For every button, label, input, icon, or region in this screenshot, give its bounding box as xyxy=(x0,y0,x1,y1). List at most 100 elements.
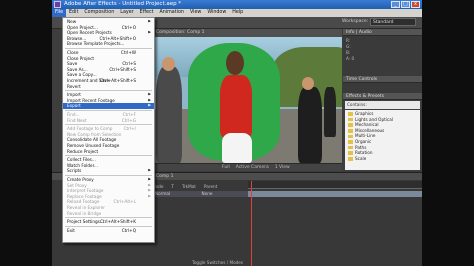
menu-item-label: Scripts xyxy=(67,168,82,174)
menu-item-label: New Comp from Selection xyxy=(67,131,122,137)
menu-item-label: Find... xyxy=(67,112,80,117)
submenu-arrow-icon: ▶ xyxy=(148,103,151,108)
tab-info[interactable]: Info xyxy=(346,30,355,35)
camera-select[interactable]: Active Camera xyxy=(236,164,269,171)
menu-edit[interactable]: Edit xyxy=(66,9,81,17)
file-menu-item[interactable]: Reduce Project xyxy=(63,149,154,155)
menu-item-label: Watch Folder... xyxy=(67,162,98,168)
menu-item-label: Reduce Project xyxy=(67,148,99,154)
menu-item-label: Replace Footage xyxy=(67,193,102,199)
folder-icon xyxy=(348,157,353,161)
file-menu-item[interactable]: Export ▶ xyxy=(63,103,154,109)
effects-search-input[interactable]: Contains: xyxy=(345,101,420,109)
menu-item-label: Close xyxy=(67,50,79,55)
workspace-label: Workspace: xyxy=(342,19,369,24)
effects-tree: Graphics Lights and Optical Mechanical M… xyxy=(345,110,420,170)
menu-composition[interactable]: Composition xyxy=(81,9,117,17)
menu-item-label: Close Project xyxy=(67,55,95,61)
right-panels: Info | Audio R: G: B: A: 0 Time Controls… xyxy=(343,29,422,171)
file-menu-item[interactable]: Browse Template Projects... xyxy=(63,41,154,47)
menu-view[interactable]: View xyxy=(187,9,204,17)
time-ruler[interactable] xyxy=(248,181,422,189)
menu-separator xyxy=(65,110,152,111)
folder-icon xyxy=(348,151,353,155)
menu-layer[interactable]: Layer xyxy=(117,9,136,17)
info-line: A: 0 xyxy=(346,56,355,61)
menu-item-label: Reveal in Bridge xyxy=(67,210,102,216)
person-center-skirt xyxy=(222,133,252,163)
person-right xyxy=(298,87,322,163)
col-trkmat: TrkMat xyxy=(181,184,196,189)
person-left xyxy=(156,67,182,163)
menu-window[interactable]: Window xyxy=(204,9,229,17)
file-menu-item[interactable]: Find Next Ctrl+G xyxy=(63,118,154,124)
file-menu-item[interactable]: Exit Ctrl+Q xyxy=(63,228,154,234)
menu-item-label: Save xyxy=(67,61,78,67)
tab-audio[interactable]: Audio xyxy=(359,30,372,35)
window-title: Adobe After Effects - Untitled Project.a… xyxy=(64,1,182,7)
menu-file[interactable]: File xyxy=(52,9,67,17)
current-time-indicator[interactable] xyxy=(251,181,252,266)
menu-item-label: Import Recent Footage xyxy=(67,97,115,103)
menu-item-shortcut: Ctrl+G xyxy=(121,117,136,123)
menu-help[interactable]: Help xyxy=(229,9,246,17)
folder-icon xyxy=(348,112,353,116)
workspace-select[interactable]: Standard xyxy=(370,18,416,26)
file-menu-item[interactable]: Project Settings... Ctrl+Alt+Shift+K xyxy=(63,219,154,225)
tab-time-controls[interactable]: Time Controls xyxy=(343,76,422,83)
view-select[interactable]: 1 View xyxy=(275,164,290,171)
layer-parent[interactable]: None xyxy=(202,191,213,196)
file-menu-item[interactable]: Reveal in Bridge xyxy=(63,211,154,217)
info-audio-tabs: Info | Audio xyxy=(343,29,422,36)
menu-separator xyxy=(65,155,152,157)
menu-item-label: Import xyxy=(67,92,81,98)
layer-duration-bar[interactable] xyxy=(248,191,422,197)
menu-item-label: Exit xyxy=(67,227,75,233)
menu-item-label: Reload Footage xyxy=(67,199,100,205)
menu-item-label: Interpret Footage xyxy=(67,188,104,194)
maximize-button[interactable]: □ xyxy=(401,1,410,8)
menu-effect[interactable]: Effect xyxy=(137,9,157,17)
tab-effects-presets[interactable]: Effects & Presets xyxy=(343,93,422,100)
menu-item-label: Create Proxy xyxy=(67,177,94,182)
menu-animation[interactable]: Animation xyxy=(156,9,186,17)
person-center-head xyxy=(226,51,244,75)
menu-item-label: Export xyxy=(67,103,81,109)
col-t: T xyxy=(171,184,174,189)
person-left-head xyxy=(162,57,175,71)
menu-item-label: Find Next xyxy=(67,117,87,123)
file-menu-item[interactable]: Revert xyxy=(63,84,154,90)
menu-item-label: Open Project... xyxy=(67,24,98,30)
folder-icon xyxy=(348,145,353,150)
file-menu-item[interactable]: Scripts ▶ xyxy=(63,168,154,174)
menu-item-label: Reveal in Explorer xyxy=(67,205,105,210)
menu-item-label: Browse... xyxy=(67,35,87,41)
composition-tab[interactable]: Composition: Comp 1 xyxy=(152,29,342,37)
menu-item-label: Revert xyxy=(67,83,81,89)
after-effects-icon xyxy=(54,1,61,8)
zoom-select[interactable]: Full xyxy=(222,164,230,171)
timeline-layer-row[interactable]: Normal None xyxy=(152,191,248,197)
folder-icon xyxy=(348,129,353,133)
tree-item[interactable]: Scale xyxy=(348,156,417,162)
menu-item-shortcut: Ctrl+Q xyxy=(121,227,136,233)
minimize-button[interactable]: _ xyxy=(391,1,400,8)
folder-icon xyxy=(348,123,353,127)
menu-separator xyxy=(65,175,152,176)
person-far-right xyxy=(324,87,336,137)
close-button[interactable]: x xyxy=(411,1,420,8)
menu-item-label: Remove Unused Footage xyxy=(67,143,120,148)
menu-item-label: Open Recent Projects xyxy=(67,30,112,36)
info-panel: R: G: B: A: 0 xyxy=(343,36,422,76)
composition-viewer[interactable] xyxy=(152,37,342,163)
time-controls-panel xyxy=(343,83,422,93)
menu-separator xyxy=(65,48,152,49)
menu-item-label: Set Proxy xyxy=(67,182,87,188)
toggle-switches-modes[interactable]: Toggle Switches / Modes xyxy=(152,259,422,266)
person-right-head xyxy=(302,77,314,90)
menu-separator xyxy=(65,217,152,219)
layer-mode[interactable]: Normal xyxy=(155,191,170,196)
menu-item-label: Browse Template Projects... xyxy=(67,41,125,47)
menu-item-label: Project Settings... xyxy=(67,219,104,225)
window-titlebar: Adobe After Effects - Untitled Project.a… xyxy=(52,0,422,9)
